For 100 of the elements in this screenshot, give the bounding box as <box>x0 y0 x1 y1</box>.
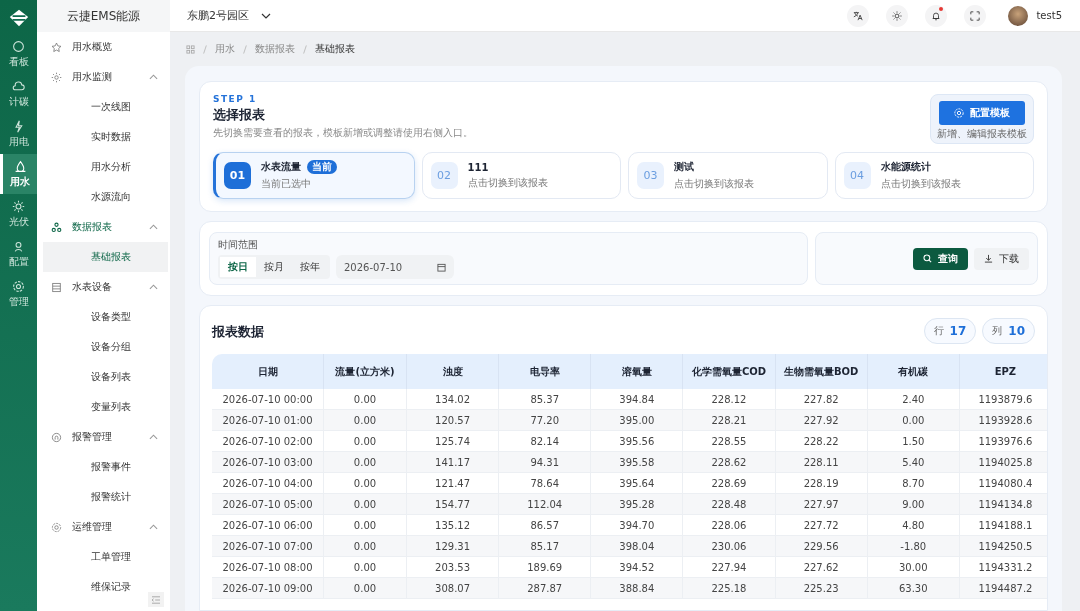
breadcrumb-item[interactable]: 基础报表 <box>315 42 355 56</box>
site-selector[interactable]: 东鹏2号园区 <box>187 8 249 23</box>
breadcrumb-separator <box>203 44 207 54</box>
list-icon <box>51 281 62 293</box>
table-cell: 394.84 <box>590 389 683 410</box>
submenu-item[interactable]: 设备分组 <box>43 332 168 362</box>
table-cell: 227.62 <box>775 556 868 578</box>
date-field[interactable]: 2026-07-10 <box>336 255 454 279</box>
submenu-item[interactable]: 报警事件 <box>43 452 168 482</box>
table-cell: 0.00 <box>323 514 407 536</box>
period-tab[interactable]: 按日 <box>220 257 256 277</box>
table-cell: 2026-07-10 04:00 <box>212 472 324 494</box>
water-drop-icon <box>13 159 27 173</box>
translate-icon[interactable] <box>847 4 870 27</box>
submenu-item[interactable]: 报警统计 <box>43 482 168 512</box>
collapse-chevron-icon[interactable] <box>149 434 158 440</box>
table-cell: 2026-07-10 08:00 <box>212 556 324 578</box>
table-cell: 134.02 <box>406 389 499 410</box>
submenu-item[interactable]: 设备类型 <box>43 302 168 332</box>
rail-item[interactable]: 配置 <box>0 234 37 274</box>
report-name: 水能源统计 <box>880 160 931 174</box>
collapse-chevron-icon[interactable] <box>149 524 158 530</box>
table-cell: 203.53 <box>406 556 499 578</box>
report-card[interactable]: 02 111 点击切换到该报表 <box>421 152 621 199</box>
step-label: STEP 1 <box>213 94 258 104</box>
collapse-sidebar-icon[interactable] <box>148 592 164 607</box>
table-cell: 0.00 <box>323 556 407 578</box>
submenu-item[interactable]: 实时数据 <box>43 122 168 152</box>
period-tab[interactable]: 按月 <box>256 257 292 277</box>
rail-item[interactable]: 计碳 <box>0 74 37 114</box>
menu-item[interactable]: 水表设备 <box>37 272 170 302</box>
table-cell: 2.40 <box>867 389 960 410</box>
star-icon <box>51 41 62 53</box>
report-name: 测试 <box>674 160 694 174</box>
column-header: 电导率 <box>498 354 591 389</box>
download-icon <box>984 254 993 263</box>
column-header: EPZ <box>959 354 1047 389</box>
table-cell: 2026-07-10 00:00 <box>212 389 324 410</box>
report-card[interactable]: 03 测试 点击切换到该报表 <box>628 152 828 199</box>
current-badge: 当前 <box>307 160 337 174</box>
collapse-chevron-icon[interactable] <box>149 224 158 230</box>
table-cell: 121.47 <box>406 472 499 494</box>
table-cell: 228.69 <box>682 472 776 494</box>
notification-button[interactable] <box>925 4 948 27</box>
rail-item[interactable]: 看板 <box>0 34 37 74</box>
grid-icon[interactable] <box>186 44 195 54</box>
submenu-item[interactable]: 维保记录 <box>43 572 168 602</box>
report-number: 01 <box>224 162 251 189</box>
breadcrumb-separator <box>303 44 307 54</box>
column-header: 流量(立方米) <box>323 354 407 389</box>
column-header: 浊度 <box>406 354 499 389</box>
submenu-item[interactable]: 工单管理 <box>43 542 168 572</box>
rail-item[interactable]: 用电 <box>0 114 37 154</box>
report-card[interactable]: 04 水能源统计 点击切换到该报表 <box>834 152 1034 199</box>
config-hint: 新增、编辑报表模板 <box>937 127 1027 141</box>
table-cell: 228.06 <box>682 514 776 536</box>
user-name[interactable]: test5 <box>1036 10 1062 21</box>
calendar-icon <box>437 262 446 272</box>
query-button[interactable]: 查询 <box>913 247 968 270</box>
submenu-item[interactable]: 用水分析 <box>43 152 168 182</box>
dropdown-chevron-icon[interactable] <box>261 12 271 19</box>
menu-item[interactable]: 用水概览 <box>37 32 170 62</box>
logo-icon <box>7 8 30 28</box>
menu-item[interactable]: 数据报表 <box>37 212 170 242</box>
sun-icon <box>12 199 25 213</box>
rail-item[interactable]: 光伏 <box>0 194 37 234</box>
submenu-item[interactable]: 设备列表 <box>43 362 168 392</box>
menu-item[interactable]: 运维管理 <box>37 512 170 542</box>
column-header: 化学需氧量COD <box>682 354 776 389</box>
collapse-chevron-icon[interactable] <box>149 74 158 80</box>
table-cell: 228.22 <box>775 430 868 452</box>
theme-icon[interactable] <box>886 4 909 27</box>
menu-item[interactable]: 报警管理 <box>37 422 170 452</box>
report-number: 04 <box>843 162 871 189</box>
user-avatar[interactable] <box>1008 5 1029 26</box>
download-button[interactable]: 下载 <box>974 247 1029 270</box>
table-cell: 2026-07-10 09:00 <box>212 577 324 599</box>
submenu-item[interactable]: 水源流向 <box>43 182 168 212</box>
rail-item[interactable]: 管理 <box>0 274 37 314</box>
report-number: 03 <box>637 162 664 189</box>
gear-icon <box>51 521 62 533</box>
section-title: 选择报表 <box>213 106 266 124</box>
table-cell: 8.70 <box>867 472 960 494</box>
submenu-item[interactable]: 基础报表 <box>43 242 168 272</box>
period-tab[interactable]: 按年 <box>292 257 328 277</box>
submenu-item[interactable]: 一次线图 <box>43 92 168 122</box>
person-icon <box>12 239 25 253</box>
table-cell: 2026-07-10 05:00 <box>212 493 324 515</box>
row-count-pill: 行 17 <box>923 318 977 344</box>
table-cell: 395.64 <box>590 472 683 494</box>
report-subtitle: 点击切换到该报表 <box>674 177 754 191</box>
rail-item[interactable]: 用水 <box>0 154 37 194</box>
fullscreen-icon[interactable] <box>964 4 987 27</box>
menu-item[interactable]: 用水监测 <box>37 62 170 92</box>
submenu-item[interactable]: 变量列表 <box>43 392 168 422</box>
table-cell: 227.72 <box>775 514 868 536</box>
config-template-button[interactable]: 配置模板 <box>939 101 1025 125</box>
report-card[interactable]: 01 水表流量 当前 当前已选中 <box>213 152 415 199</box>
collapse-chevron-icon[interactable] <box>149 284 158 290</box>
table-cell: 227.94 <box>682 556 776 578</box>
